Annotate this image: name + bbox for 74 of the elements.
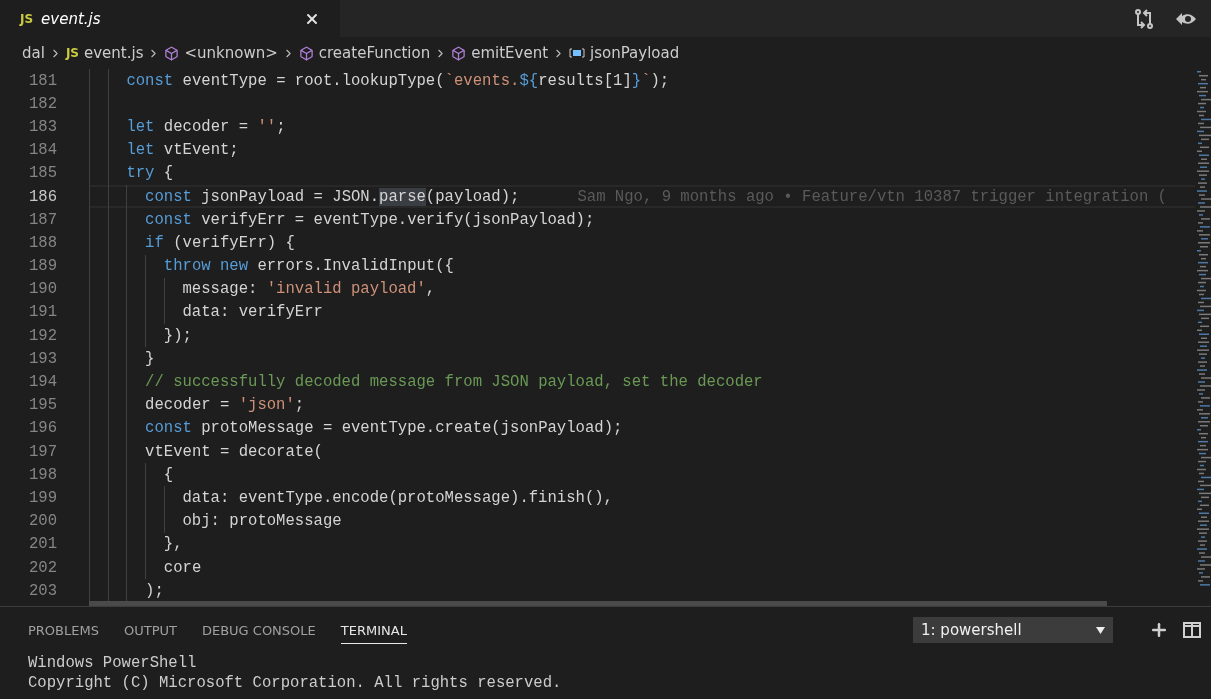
code-line: const verifyErr = eventType.verify(jsonPayload); — [145, 210, 595, 229]
scrollbar-thumb[interactable] — [89, 601, 1107, 606]
line-number: 184 — [27, 141, 57, 160]
caret-icon — [1096, 626, 1105, 634]
code-line: }); — [163, 326, 192, 345]
line-number: 189 — [27, 257, 57, 276]
code-line: try { — [126, 164, 174, 183]
code-line: ); — [145, 581, 164, 600]
line-number: 196 — [27, 419, 57, 438]
line-number: 197 — [27, 442, 57, 461]
panel-tab[interactable]: OUTPUT — [123, 616, 177, 644]
line-number: 190 — [27, 280, 57, 299]
line-number: 199 — [27, 488, 57, 507]
code-line: obj: protoMessage — [182, 512, 342, 531]
panel-tab[interactable]: TERMINAL — [340, 616, 407, 644]
line-number: 198 — [27, 465, 57, 484]
word-highlight: parse — [379, 187, 426, 206]
line-number: 192 — [27, 326, 57, 345]
line-number: 193 — [27, 349, 57, 368]
code-line: let decoder = ''; — [126, 117, 286, 136]
variable-icon — [569, 47, 586, 59]
line-number: 185 — [27, 164, 57, 183]
code-line: if (verifyErr) { — [145, 233, 295, 252]
breadcrumb-item[interactable]: jsonPayload — [590, 44, 680, 62]
code-line: vtEvent = decorate( — [145, 442, 323, 461]
line-number: 195 — [27, 396, 57, 415]
panel-tab[interactable]: DEBUG CONSOLE — [201, 616, 316, 644]
code-line: }, — [163, 535, 183, 554]
line-number: 182 — [27, 94, 57, 113]
line-number: 191 — [27, 303, 57, 322]
line-number: 201 — [27, 535, 57, 554]
breadcrumb-item[interactable]: event.js — [84, 44, 144, 62]
line-number: 194 — [27, 373, 57, 392]
code-line: const protoMessage = eventType.create(jsonPayload); — [145, 419, 623, 438]
breadcrumb-item[interactable]: dal — [22, 44, 45, 62]
code-line: const eventType = root.lookupType(`events.${results[1]}`); — [126, 71, 670, 90]
terminal-line: Copyright (C) Microsoft Corporation. All rights reserved. — [28, 673, 563, 693]
cube-icon — [451, 45, 467, 61]
line-number: 183 — [27, 117, 57, 136]
js-file-icon: JS — [20, 11, 34, 26]
terminal-line: Windows PowerShell — [28, 653, 198, 673]
code-line: throw new errors.InvalidInput({ — [163, 257, 454, 276]
blame-annotation: Sam Ngo, 9 months ago • Feature/vtn 10387 trigger integration ( — [577, 187, 1167, 206]
breadcrumb-item[interactable]: <unknown> — [184, 44, 278, 62]
code-line: // successfully decoded message from JSON payload, set the decoder — [145, 373, 763, 392]
line-number: 186 — [27, 187, 57, 206]
code-line: data: eventType.encode(protoMessage).finish(), — [182, 488, 613, 507]
code-line: message: 'invalid payload', — [182, 280, 436, 299]
code-line: const jsonPayload = JSON.parse(payload); — [145, 187, 520, 206]
breadcrumb-item[interactable]: emitEvent — [471, 44, 549, 62]
line-number: 202 — [27, 558, 57, 577]
code-line: data: verifyErr — [182, 303, 323, 322]
line-number: 203 — [27, 581, 57, 600]
line-number: 181 — [27, 71, 57, 90]
editor-tab[interactable]: JS event.js — [0, 0, 340, 37]
eye-icon[interactable] — [1175, 11, 1197, 26]
compare-changes-icon[interactable] — [1135, 8, 1153, 29]
line-number: 200 — [27, 512, 57, 531]
cube-icon — [164, 45, 180, 61]
code-line: core — [163, 558, 202, 577]
code-line: let vtEvent; — [126, 141, 239, 160]
code-line: { — [163, 465, 174, 484]
code-line: decoder = 'json'; — [145, 396, 305, 415]
plus-icon[interactable] — [1149, 620, 1169, 640]
code-line: } — [145, 349, 155, 368]
panel-tab[interactable]: PROBLEMS — [28, 616, 99, 644]
split-panel-icon[interactable] — [1183, 622, 1201, 638]
js-file-icon: JS — [65, 46, 79, 60]
line-number: 187 — [27, 210, 57, 229]
breadcrumb-item[interactable]: createFunction — [318, 44, 431, 62]
terminal-select[interactable]: 1: powershell — [913, 617, 1113, 643]
tab-label: event.js — [41, 9, 102, 28]
cube-icon — [298, 45, 314, 61]
line-number: 188 — [27, 233, 57, 252]
